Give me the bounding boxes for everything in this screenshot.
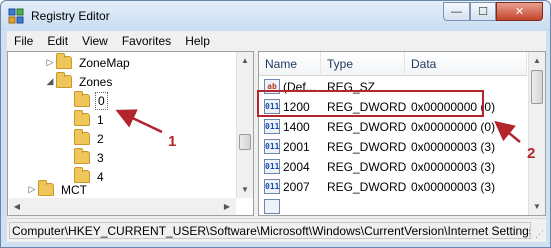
registry-path: Computer\HKEY_CURRENT_USER\Software\Micr…	[9, 222, 531, 239]
tree-item-label: 2	[97, 131, 104, 146]
dword-value-icon: 011	[264, 179, 280, 194]
tree-item-zones[interactable]: ◢ Zones	[44, 72, 114, 91]
tree-pane[interactable]: ▷ ZoneMap ◢ Zones 0 1 2 3 4 ▷ MCT ▲ ▼ ◀ …	[7, 51, 254, 216]
resize-grip-icon[interactable]: ⋰	[535, 229, 544, 240]
scroll-up-icon[interactable]: ▲	[529, 52, 545, 68]
value-data: 0x00000003 (3)	[411, 180, 496, 194]
window-title: Registry Editor	[31, 9, 110, 23]
registry-app-icon	[8, 8, 24, 24]
value-name: 1400	[283, 120, 310, 134]
scroll-up-icon[interactable]: ▲	[237, 52, 253, 68]
tree-item-mct[interactable]: ▷ MCT	[26, 180, 89, 199]
tree-vertical-scrollbar[interactable]: ▲ ▼	[236, 52, 253, 198]
scroll-left-icon[interactable]: ◀	[9, 198, 25, 214]
list-item[interactable]: 011 1400 REG_DWORD 0x00000000 (0)	[259, 117, 527, 137]
dword-value-icon	[264, 199, 280, 214]
menu-edit[interactable]: Edit	[40, 34, 75, 48]
list-vertical-scrollbar[interactable]: ▲ ▼	[528, 52, 545, 215]
column-header-name[interactable]: Name	[259, 52, 321, 76]
folder-icon	[74, 91, 90, 107]
collapse-arrow-icon[interactable]: ◢	[44, 76, 56, 87]
value-name: 2004	[283, 160, 310, 174]
status-bar: Computer\HKEY_CURRENT_USER\Software\Micr…	[7, 218, 546, 242]
value-data: 0x00000000 (0)	[411, 120, 496, 134]
tree-item-zone-2[interactable]: 2	[62, 129, 106, 148]
minimize-button[interactable]: —	[443, 2, 470, 21]
menu-help[interactable]: Help	[178, 34, 217, 48]
list-item[interactable]: 011 2001 REG_DWORD 0x00000003 (3)	[259, 137, 527, 157]
tree-item-label: 3	[97, 150, 104, 165]
dword-value-icon: 011	[264, 119, 280, 134]
menu-bar: File Edit View Favorites Help	[7, 31, 546, 51]
value-name: 2001	[283, 140, 310, 154]
highlight-box-1200	[257, 90, 484, 117]
tree-horizontal-scrollbar[interactable]: ◀ ▶	[9, 198, 236, 215]
column-header-data[interactable]: Data	[405, 52, 527, 76]
scroll-down-icon[interactable]: ▼	[529, 198, 545, 214]
tree-item-label: ZoneMap	[79, 55, 130, 70]
list-header: Name Type Data	[259, 52, 527, 76]
scroll-thumb[interactable]	[239, 134, 251, 150]
tree-item-label: 0	[95, 91, 108, 110]
dword-value-icon: 011	[264, 159, 280, 174]
list-item[interactable]	[259, 197, 527, 215]
folder-icon	[74, 148, 90, 164]
content-area: ▷ ZoneMap ◢ Zones 0 1 2 3 4 ▷ MCT ▲ ▼ ◀ …	[7, 51, 546, 218]
values-list-pane[interactable]: Name Type Data ab (Def... REG_SZ 011 120…	[258, 51, 546, 216]
value-data: 0x00000003 (3)	[411, 140, 496, 154]
tree-item-label: Zones	[79, 74, 113, 89]
expand-arrow-icon[interactable]: ▷	[44, 57, 56, 68]
list-item[interactable]: 011 2007 REG_DWORD 0x00000003 (3)	[259, 177, 527, 197]
callout-number-1: 1	[168, 133, 177, 150]
menu-file[interactable]: File	[7, 34, 40, 48]
scroll-thumb[interactable]	[531, 70, 543, 104]
registry-editor-window: Registry Editor — ☐ ✕ File Edit View Fav…	[0, 0, 551, 248]
close-icon: ✕	[514, 6, 525, 18]
dword-value-icon: 011	[264, 139, 280, 154]
callout-number-2: 2	[527, 145, 536, 162]
maximize-icon: ☐	[478, 6, 488, 18]
value-type: REG_DWORD	[327, 140, 407, 154]
value-type: REG_DWORD	[327, 120, 407, 134]
folder-open-icon	[56, 72, 72, 88]
title-bar[interactable]: Registry Editor — ☐ ✕	[1, 1, 550, 31]
list-item[interactable]: 011 2004 REG_DWORD 0x00000003 (3)	[259, 157, 527, 177]
tree-item-label: 1	[97, 112, 104, 127]
column-header-type[interactable]: Type	[321, 52, 405, 76]
folder-icon	[56, 53, 72, 69]
tree-item-zone-3[interactable]: 3	[62, 148, 106, 167]
tree-item-label: 4	[97, 169, 104, 184]
scroll-right-icon[interactable]: ▶	[219, 198, 235, 214]
maximize-button[interactable]: ☐	[470, 2, 496, 21]
tree-item-zone-0[interactable]: 0	[62, 91, 108, 110]
close-button[interactable]: ✕	[496, 2, 543, 21]
value-data: 0x00000003 (3)	[411, 160, 496, 174]
folder-icon	[74, 129, 90, 145]
menu-favorites[interactable]: Favorites	[115, 34, 178, 48]
menu-view[interactable]: View	[75, 34, 115, 48]
value-type: REG_DWORD	[327, 160, 407, 174]
folder-icon	[38, 180, 54, 196]
value-type: REG_DWORD	[327, 180, 407, 194]
folder-icon	[74, 110, 90, 126]
tree-item-zonemap[interactable]: ▷ ZoneMap	[44, 53, 132, 72]
value-name: 2007	[283, 180, 310, 194]
expand-arrow-icon[interactable]: ▷	[26, 184, 38, 195]
tree-item-zone-1[interactable]: 1	[62, 110, 106, 129]
tree-item-label: MCT	[61, 182, 87, 197]
scroll-down-icon[interactable]: ▼	[237, 181, 253, 197]
minimize-icon: —	[451, 5, 462, 18]
